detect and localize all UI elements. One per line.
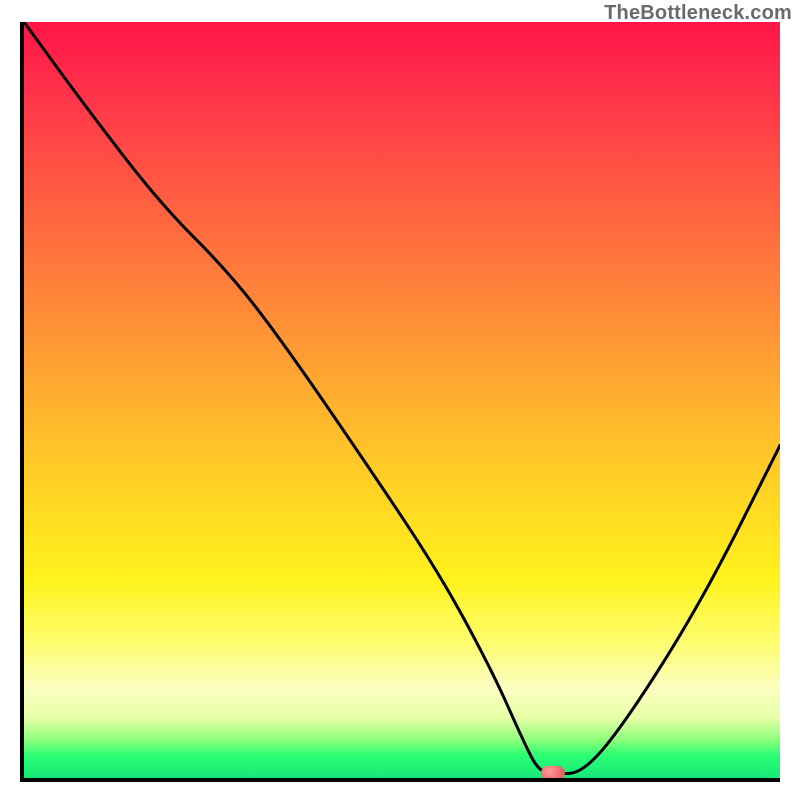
chart-container: TheBottleneck.com xyxy=(0,0,800,800)
watermark-label: TheBottleneck.com xyxy=(604,2,792,25)
bottleneck-curve xyxy=(24,22,780,778)
optimal-point-marker xyxy=(541,766,565,780)
curve-path xyxy=(24,22,780,773)
plot-area xyxy=(20,22,780,782)
